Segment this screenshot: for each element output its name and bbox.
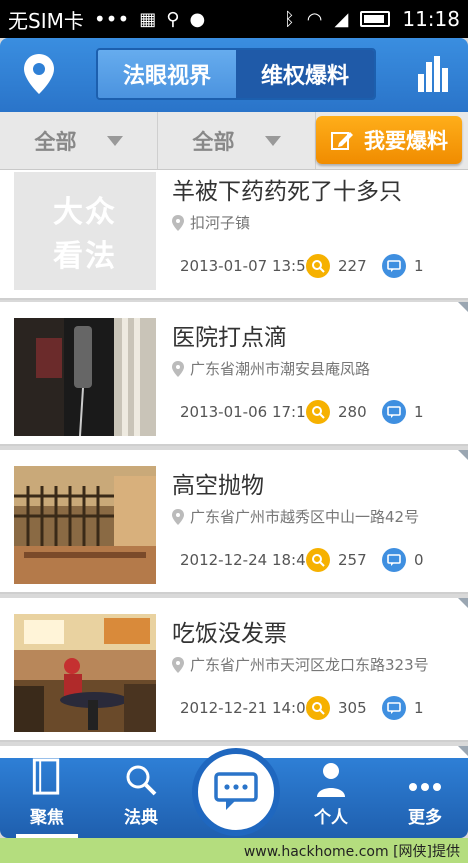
item-meta: 2012-12-21 14:03 305 1 xyxy=(180,696,424,720)
footer-text: www.hackhome.com [网侠]提供 xyxy=(243,843,460,860)
filter-label: 全部 xyxy=(192,129,235,154)
item-title: 吃饭没发票 xyxy=(172,621,287,647)
comment-count-icon xyxy=(382,400,406,424)
bluetooth-icon: ᛒ xyxy=(283,8,295,30)
signal-icon: ◢ xyxy=(334,8,349,30)
list-item[interactable]: 吃饭没发票 广东省广州市天河区龙口东路323号 2012-12-21 14:03… xyxy=(0,598,468,742)
corner-marker xyxy=(458,450,468,460)
item-meta: 2013-01-07 13:55 227 1 xyxy=(180,254,424,278)
search-icon xyxy=(126,765,157,796)
nav-more[interactable]: 更多 xyxy=(380,758,468,838)
corner-marker xyxy=(458,746,468,756)
item-meta: 2012-12-24 18:46 257 0 xyxy=(180,548,424,572)
item-title: 医院打点滴 xyxy=(172,325,287,351)
edit-icon xyxy=(331,132,353,150)
item-address-text: 广东省潮州市潮安县庵凤路 xyxy=(190,360,371,378)
item-address: 广东省广州市越秀区中山一路42号 xyxy=(172,506,419,527)
item-title: 高空抛物 xyxy=(172,473,264,499)
comment-count-icon xyxy=(382,548,406,572)
filter-dropdown-1[interactable]: 全部 xyxy=(0,112,158,169)
person-icon xyxy=(317,763,345,797)
nav-personal[interactable]: 个人 xyxy=(286,758,376,838)
item-address-text: 广东省广州市越秀区中山一路42号 xyxy=(190,508,420,526)
carrier-label: 无SIM卡 xyxy=(8,8,84,33)
nav-code[interactable]: 法典 xyxy=(96,758,186,838)
filter-dropdown-2[interactable]: 全部 xyxy=(158,112,316,169)
view-count-icon xyxy=(306,548,330,572)
location-pin-icon xyxy=(172,508,184,525)
item-date: 2012-12-24 18:46 xyxy=(180,551,316,569)
location-pin-icon[interactable] xyxy=(22,52,56,96)
report-list: 大众 看法 羊被下药药死了十多只 扣河子镇 2013-01-07 13:55 2… xyxy=(0,170,468,758)
item-date: 2013-01-06 17:18 xyxy=(180,403,316,421)
nav-focus-label: 聚焦 xyxy=(30,808,64,828)
item-address: 扣河子镇 xyxy=(172,212,250,233)
item-meta: 2013-01-06 17:18 280 1 xyxy=(180,400,424,424)
item-view-count: 227 xyxy=(338,257,367,275)
caret-down-icon xyxy=(264,135,281,146)
section-tabs: 法眼视界 维权爆料 xyxy=(96,48,376,100)
report-button[interactable]: 我要爆料 xyxy=(316,116,462,164)
item-photo xyxy=(14,318,156,436)
item-comment-count: 1 xyxy=(414,699,424,717)
location-pin-icon xyxy=(172,214,184,231)
item-photo xyxy=(14,614,156,732)
list-item[interactable]: 高空抛物 广东省广州市越秀区中山一路42号 2012-12-24 18:46 2… xyxy=(0,450,468,594)
item-date: 2012-12-21 14:03 xyxy=(180,699,316,717)
nav-code-label: 法典 xyxy=(124,808,158,828)
nav-focus[interactable]: 聚焦 xyxy=(2,758,92,838)
watermark-footer: www.hackhome.com [网侠]提供 xyxy=(0,838,468,863)
nav-personal-label: 个人 xyxy=(314,808,348,828)
chat-button[interactable] xyxy=(192,748,280,836)
view-count-icon xyxy=(306,696,330,720)
battery-icon xyxy=(360,11,391,27)
wifi-icon: ◠ xyxy=(306,8,323,30)
placeholder-logo-line1: 大众 xyxy=(53,195,117,230)
corner-marker xyxy=(458,598,468,608)
notification-dots: ••• xyxy=(93,7,130,31)
item-comment-count: 1 xyxy=(414,257,424,275)
comment-count-icon xyxy=(382,696,406,720)
grid-icon: ▦ xyxy=(139,8,157,30)
view-count-icon xyxy=(306,400,330,424)
corner-marker xyxy=(458,302,468,312)
report-button-label: 我要爆料 xyxy=(364,129,448,153)
clock: 11:18 xyxy=(402,7,460,31)
filter-bar: 全部 全部 我要爆料 xyxy=(0,112,468,170)
item-title: 羊被下药药死了十多只 xyxy=(172,179,402,205)
item-view-count: 257 xyxy=(338,551,367,569)
placeholder-thumbnail: 大众 看法 xyxy=(14,172,156,290)
list-item[interactable]: 大众 看法 羊被下药药死了十多只 扣河子镇 2013-01-07 13:55 2… xyxy=(0,170,468,300)
nav-more-label: 更多 xyxy=(408,808,442,828)
book-icon xyxy=(32,758,60,795)
location-pin-icon xyxy=(172,360,184,377)
item-address: 广东省潮州市潮安县庵凤路 xyxy=(172,358,370,379)
placeholder-logo-line2: 看法 xyxy=(53,239,117,274)
comment-count-icon xyxy=(382,254,406,278)
caret-down-icon xyxy=(106,135,123,146)
filter-label: 全部 xyxy=(34,129,77,154)
bar-chart-icon[interactable] xyxy=(416,54,450,94)
app-header: 法眼视界 维权爆料 xyxy=(0,38,468,112)
more-dots-icon xyxy=(409,783,441,791)
chat-bubble-icon xyxy=(214,772,258,810)
item-view-count: 280 xyxy=(338,403,367,421)
item-comment-count: 0 xyxy=(414,551,424,569)
item-comment-count: 1 xyxy=(414,403,424,421)
view-count-icon xyxy=(306,254,330,278)
item-address-text: 广东省广州市天河区龙口东路323号 xyxy=(190,656,429,674)
list-item[interactable]: 医院打点滴 广东省潮州市潮安县庵凤路 2013-01-06 17:18 280 … xyxy=(0,302,468,446)
android-icon: ● xyxy=(189,8,206,30)
location-pin-icon xyxy=(172,656,184,673)
item-photo xyxy=(14,466,156,584)
item-address-text: 扣河子镇 xyxy=(190,214,251,232)
item-view-count: 305 xyxy=(338,699,367,717)
item-address: 广东省广州市天河区龙口东路323号 xyxy=(172,654,429,675)
tab-fayan-shijie[interactable]: 法眼视界 xyxy=(98,50,236,98)
status-bar: 无SIM卡 ••• ▦ ⚲ ● ᛒ ◠ ◢ 11:18 xyxy=(0,0,468,38)
item-date: 2013-01-07 13:55 xyxy=(180,257,316,275)
usb-icon: ⚲ xyxy=(166,8,180,30)
tab-weiquan-baoliao[interactable]: 维权爆料 xyxy=(236,50,374,98)
